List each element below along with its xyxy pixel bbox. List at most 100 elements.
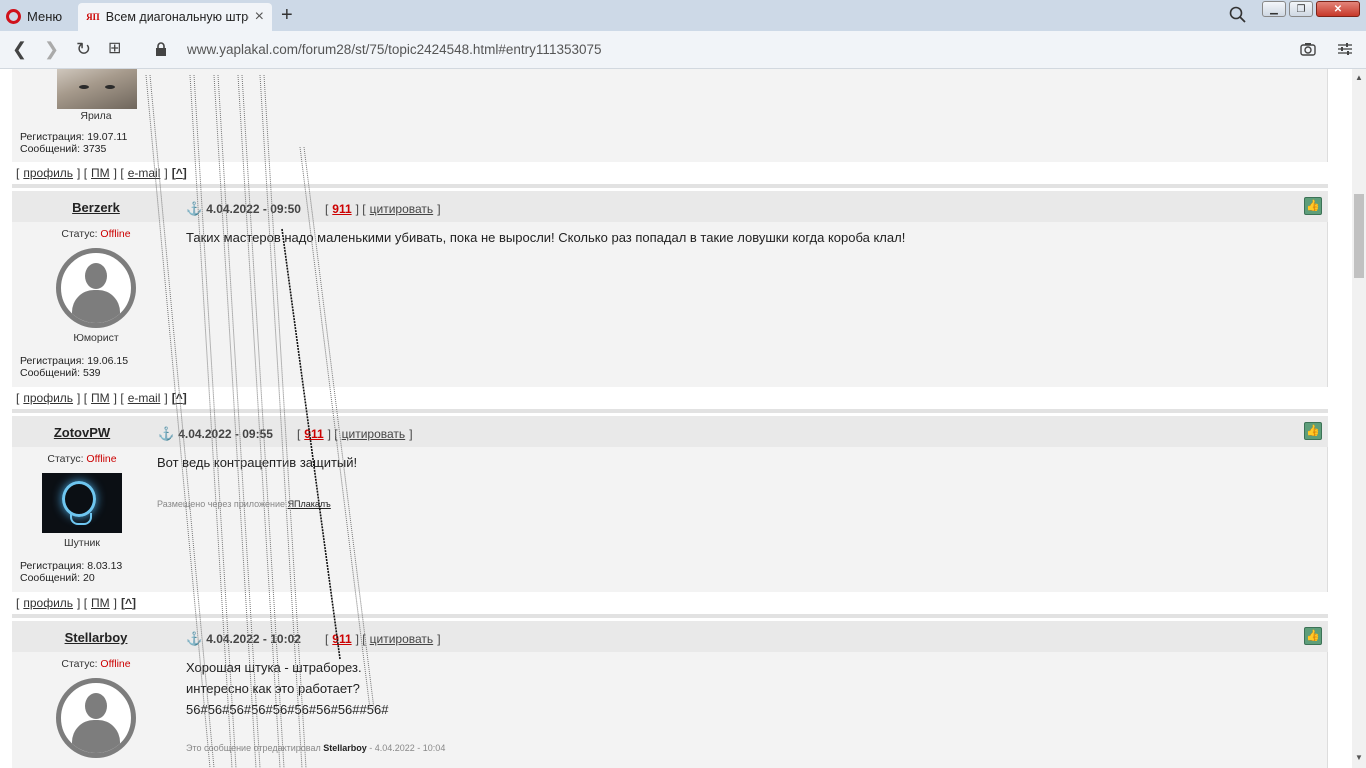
profile-link[interactable]: профиль (23, 391, 73, 405)
default-avatar-icon (56, 678, 136, 758)
rating-link[interactable]: 911 (332, 632, 351, 646)
post-text-line: Хорошая штука - штраборез. (186, 660, 362, 675)
app-link[interactable]: ЯПлакалъ (288, 499, 331, 509)
rating-link[interactable]: 911 (304, 427, 323, 441)
minimize-button[interactable]: ▁ (1262, 1, 1286, 17)
pm-link[interactable]: ПМ (91, 166, 110, 180)
camera-icon[interactable] (1300, 42, 1316, 56)
edit-note: Это сообщение отредактировал Stellarboy … (186, 743, 446, 753)
post-divider (12, 409, 1328, 413)
email-link[interactable]: e-mail (128, 166, 161, 180)
close-window-button[interactable]: ✕ (1316, 1, 1360, 17)
user-info: Статус: Offline (12, 652, 180, 758)
post-header: Stellarboy ⚓ 4.04.2022 - 10:02 [911] [ ц… (12, 621, 1328, 652)
user-info: Статус: Offline Юморист (12, 222, 180, 344)
username-link[interactable]: Berzerk (12, 200, 180, 215)
scroll-up-link[interactable]: ^ (176, 166, 183, 180)
tab-active[interactable]: ЯП Всем диагональную штро × (78, 3, 272, 31)
user-status: Статус: Offline (47, 453, 117, 465)
post-meta: ⚓ 4.04.2022 - 09:50 [911] [ цитировать] (186, 201, 441, 217)
url-field[interactable]: www.yaplakal.com/forum28/st/75/topic2424… (187, 42, 602, 57)
scroll-down-arrow-icon[interactable]: ▼ (1355, 753, 1363, 762)
post-footer: [профиль] [ ПМ] [ e-mail] [^] (12, 162, 1328, 184)
post-text: Таких мастеров надо маленькими убивать, … (186, 230, 906, 245)
speed-dial-icon[interactable]: ⊞ (108, 39, 121, 59)
post-text: Вот ведь контрацептив защитый! (157, 455, 358, 470)
scrollbar-thumb[interactable] (1354, 194, 1364, 278)
tab-bar: Меню ЯП Всем диагональную штро × + ▁ ❐ ✕ (0, 0, 1366, 31)
scroll-up-link[interactable]: ^ (176, 391, 183, 405)
scroll-up-link[interactable]: ^ (125, 596, 132, 610)
profile-link[interactable]: профиль (23, 166, 73, 180)
user-rank: Шутник (64, 537, 100, 549)
post-date: 4.04.2022 - 09:55 (178, 427, 273, 441)
edit-user: Stellarboy (323, 743, 367, 753)
user-registration: Регистрация: 8.03.13 (20, 560, 123, 572)
maximize-button[interactable]: ❐ (1289, 1, 1313, 17)
search-icon[interactable] (1228, 5, 1248, 25)
user-info: Статус: Offline Шутник (12, 447, 152, 549)
user-rank: Ярила (80, 110, 112, 122)
post-previous: Ярила Регистрация: 19.07.11 Сообщений: 3… (12, 69, 1328, 162)
post-footer: [профиль] [ ПМ] [^] (12, 592, 1328, 614)
menu-label: Меню (27, 8, 63, 24)
opera-logo-icon (6, 8, 21, 24)
anchor-icon[interactable]: ⚓ (186, 201, 202, 217)
vertical-scrollbar[interactable]: ▲ ▼ (1352, 69, 1366, 768)
tab-close-icon[interactable]: × (255, 8, 264, 26)
post-meta: ⚓ 4.04.2022 - 10:02 [911] [ цитировать] (186, 631, 441, 647)
tab-title: Всем диагональную штро (105, 10, 249, 24)
thumbs-up-icon[interactable]: 👍 (1304, 197, 1322, 215)
avatar (42, 473, 122, 533)
user-status: Статус: Offline (61, 658, 131, 670)
post-date: 4.04.2022 - 09:50 (206, 202, 301, 216)
pm-link[interactable]: ПМ (91, 596, 110, 610)
user-registration: Регистрация: 19.07.11 (20, 131, 128, 143)
post-meta: ⚓ 4.04.2022 - 09:55 [911] [ цитировать] (158, 426, 413, 442)
new-tab-icon[interactable]: + (281, 4, 293, 27)
user-message-count: Сообщений: 3735 (20, 143, 107, 155)
user-message-count: Сообщений: 20 (20, 572, 95, 584)
post-text-line: интересно как это работает? (186, 681, 360, 696)
reload-icon[interactable]: ↻ (76, 39, 91, 59)
yaplakal-favicon-icon: ЯП (86, 12, 100, 22)
scroll-up-arrow-icon[interactable]: ▲ (1355, 73, 1363, 82)
quote-link[interactable]: цитировать (342, 427, 406, 441)
rating-link[interactable]: 911 (332, 202, 351, 216)
post-divider (12, 184, 1328, 188)
profile-link[interactable]: профиль (23, 596, 73, 610)
quote-link[interactable]: цитировать (370, 632, 434, 646)
post-header: Berzerk ⚓ 4.04.2022 - 09:50 [911] [ цити… (12, 191, 1328, 222)
thumbs-up-icon[interactable]: 👍 (1304, 422, 1322, 440)
anchor-icon[interactable]: ⚓ (186, 631, 202, 647)
thumbs-up-icon[interactable]: 👍 (1304, 627, 1322, 645)
default-avatar-icon (56, 248, 136, 328)
app-note: Размещено через приложение ЯПлакалъ (157, 499, 331, 509)
easy-setup-icon[interactable] (1337, 42, 1353, 56)
avatar (57, 69, 137, 109)
user-registration: Регистрация: 19.06.15 (20, 355, 129, 367)
forward-icon[interactable]: ❯ (44, 39, 59, 59)
post-divider (12, 614, 1328, 618)
back-icon[interactable]: ❮ (12, 39, 27, 59)
post-berzerk: Berzerk ⚓ 4.04.2022 - 09:50 [911] [ цити… (12, 191, 1328, 387)
anchor-icon[interactable]: ⚓ (158, 426, 174, 442)
username-link[interactable]: ZotovPW (12, 425, 152, 440)
post-date: 4.04.2022 - 10:02 (206, 632, 301, 646)
lock-icon (156, 42, 166, 56)
user-message-count: Сообщений: 539 (20, 367, 101, 379)
address-bar: ❮ ❯ ↻ ⊞ www.yaplakal.com/forum28/st/75/t… (0, 31, 1366, 69)
user-rank: Юморист (73, 332, 119, 344)
forum-page: Ярила Регистрация: 19.07.11 Сообщений: 3… (0, 69, 1352, 768)
user-status: Статус: Offline (61, 228, 131, 240)
email-link[interactable]: e-mail (128, 391, 161, 405)
post-zotovpw: ZotovPW ⚓ 4.04.2022 - 09:55 [911] [ цити… (12, 416, 1328, 592)
opera-menu-button[interactable]: Меню (6, 6, 62, 26)
post-header: ZotovPW ⚓ 4.04.2022 - 09:55 [911] [ цити… (12, 416, 1328, 447)
post-stellarboy: Stellarboy ⚓ 4.04.2022 - 10:02 [911] [ ц… (12, 621, 1328, 768)
post-footer: [профиль] [ ПМ] [ e-mail] [^] (12, 387, 1328, 409)
pm-link[interactable]: ПМ (91, 391, 110, 405)
post-text-line: 56#56#56#56#56#56#56#56##56# (186, 702, 389, 717)
username-link[interactable]: Stellarboy (12, 630, 180, 645)
quote-link[interactable]: цитировать (370, 202, 434, 216)
